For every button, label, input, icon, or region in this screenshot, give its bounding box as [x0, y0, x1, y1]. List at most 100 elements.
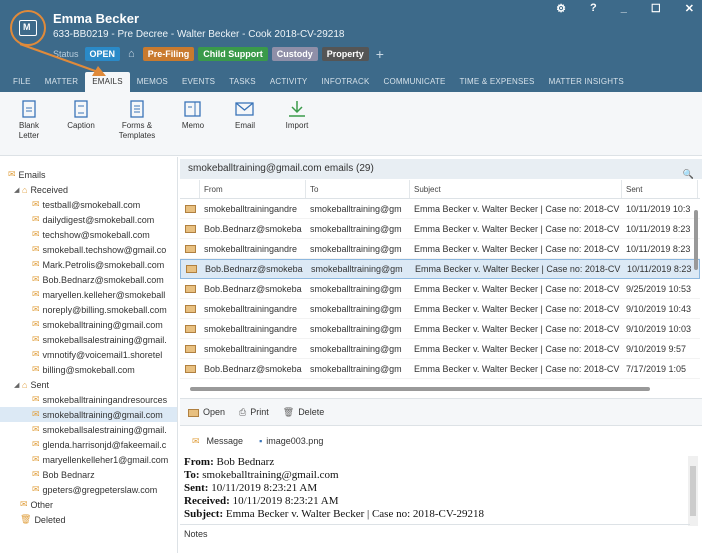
client-name: Emma Becker [53, 11, 139, 26]
tag-pre-filing[interactable]: Pre-Filing [142, 47, 195, 61]
email-sent: 9/10/2019 10:03 [626, 323, 692, 334]
tree-item[interactable]: ✉ testball@smokeball.com [0, 197, 177, 212]
email-row[interactable]: smokeballtrainingandre smokeballtraining@… [180, 199, 700, 219]
preview-scrollbar[interactable] [688, 456, 698, 526]
memo-button[interactable]: Memo [174, 100, 212, 155]
status-badge[interactable]: OPEN [84, 47, 121, 61]
tree-root-emails[interactable]: ✉ Emails [0, 167, 177, 182]
email-row[interactable]: Bob.Bednarz@smokeba smokeballtraining@gm E… [180, 359, 700, 379]
tab-time-expenses[interactable]: TIME & EXPENSES [453, 72, 542, 92]
message-attachment[interactable]: ✉ Message [192, 436, 243, 447]
collapse-icon[interactable]: ◢ [14, 186, 22, 194]
column-sent[interactable]: Sent [622, 180, 698, 198]
scrollbar-thumb[interactable] [694, 210, 698, 270]
email-row[interactable]: smokeballtrainingandre smokeballtraining@… [180, 339, 700, 359]
tree-item[interactable]: ✉ Mark.Petrolis@smokeball.com [0, 257, 177, 272]
email-from: smokeballtrainingandre [204, 343, 298, 354]
tab-infotrack[interactable]: INFOTRACK [314, 72, 376, 92]
tree-folder-sent[interactable]: ◢ ⌂ Sent [0, 377, 177, 392]
tree-item-selected[interactable]: ✉ smokeballtraining@gmail.com [0, 407, 177, 422]
tag-child-support[interactable]: Child Support [198, 47, 268, 61]
tab-matter[interactable]: MATTER [38, 72, 86, 92]
tree-item[interactable]: ✉ smokeball.techshow@gmail.co [0, 242, 177, 257]
printer-icon: ⎙ [239, 406, 247, 417]
grid-header: From To Subject Sent [180, 180, 700, 199]
tag-icon[interactable]: ⌂ [128, 48, 135, 60]
caption-button[interactable]: Caption [62, 100, 100, 155]
column-from[interactable]: From [200, 180, 306, 198]
email-row[interactable]: smokeballtrainingandre smokeballtraining@… [180, 319, 700, 339]
email-from: Bob.Bednarz@smokeba [205, 264, 303, 274]
tab-activity[interactable]: ACTIVITY [263, 72, 315, 92]
tab-emails[interactable]: EMAILS [85, 72, 130, 92]
column-subject[interactable]: Subject [410, 180, 622, 198]
email-subject: Emma Becker v. Walter Becker | Case no: … [414, 203, 620, 214]
tree-folder-received[interactable]: ◢ ⌂ Received [0, 182, 177, 197]
tab-memos[interactable]: MEMOS [130, 72, 175, 92]
grid-vertical-scrollbar[interactable] [694, 200, 700, 370]
tree-item[interactable]: ✉ gpeters@gregpeterslaw.com [0, 482, 177, 497]
tree-item[interactable]: ✉ glenda.harrisonjd@fakeemail.c [0, 437, 177, 452]
tree-item[interactable]: ✉ maryellenkelleher1@gmail.com [0, 452, 177, 467]
envelope-icon: ✉ [32, 229, 40, 239]
close-icon[interactable]: ✕ [685, 2, 694, 15]
maximize-icon[interactable]: ☐ [651, 2, 661, 15]
tab-matter-insights[interactable]: MATTER INSIGHTS [542, 72, 631, 92]
tree-item[interactable]: ✉ smokeballtraining@gmail.com [0, 317, 177, 332]
tab-file[interactable]: FILE [6, 72, 38, 92]
tab-events[interactable]: EVENTS [175, 72, 222, 92]
tag-property[interactable]: Property [321, 47, 369, 61]
tree-folder-deleted[interactable]: 🗑 Deleted [0, 512, 177, 527]
tree-item[interactable]: ✉ smokeballsalestraining@gmail. [0, 422, 177, 437]
email-sent: 10/11/2019 8:23 [626, 223, 691, 234]
tree-item[interactable]: ✉ maryellen.kelleher@smokeball [0, 287, 177, 302]
open-button[interactable]: Open [188, 407, 225, 417]
envelope-icon: ✉ [192, 435, 200, 446]
tab-tasks[interactable]: TASKS [222, 72, 263, 92]
tree-item[interactable]: ✉ billing@smokeball.com [0, 362, 177, 377]
scrollbar-thumb[interactable] [690, 466, 696, 516]
print-button[interactable]: ⎙ Print [239, 407, 269, 418]
email-subject: Emma Becker v. Walter Becker | Case no: … [414, 363, 620, 374]
tree-item[interactable]: ✉ Bob Bednarz [0, 467, 177, 482]
import-button[interactable]: Import [278, 100, 316, 155]
envelope-icon: ✉ [32, 454, 40, 464]
tree-item[interactable]: ✉ smokeballtrainingandresources [0, 392, 177, 407]
tree-item[interactable]: ✉ smokeballsalestraining@gmail. [0, 332, 177, 347]
tree-folder-other[interactable]: ✉ Other [0, 497, 177, 512]
email-subject: Emma Becker v. Walter Becker | Case no: … [415, 264, 621, 274]
email-button[interactable]: Email [226, 100, 264, 155]
column-to[interactable]: To [306, 180, 410, 198]
email-row-selected[interactable]: Bob.Bednarz@smokeba smokeballtraining@gm E… [180, 259, 700, 279]
settings-icon[interactable]: ⚙ [556, 2, 566, 15]
collapse-icon[interactable]: ◢ [14, 381, 22, 389]
tree-item[interactable]: ✉ Bob.Bednarz@smokeball.com [0, 272, 177, 287]
image-attachment[interactable]: ▪ image003.png [259, 436, 323, 446]
forms-templates-button[interactable]: Forms & Templates [114, 100, 160, 155]
email-row[interactable]: Bob.Bednarz@smokeba smokeballtraining@gm E… [180, 219, 700, 239]
email-row[interactable]: smokeballtrainingandre smokeballtraining@… [180, 299, 700, 319]
minimize-icon[interactable]: _ [621, 2, 627, 15]
email-to: smokeballtraining@gm [310, 363, 402, 374]
email-row[interactable]: Bob.Bednarz@smokeba smokeballtraining@gm E… [180, 279, 700, 299]
tree-item[interactable]: ✉ techshow@smokeball.com [0, 227, 177, 242]
help-icon[interactable]: ? [590, 2, 597, 15]
envelope-icon: ✉ [32, 364, 40, 374]
tab-communicate[interactable]: COMMUNICATE [376, 72, 452, 92]
notes-label[interactable]: Notes [184, 529, 208, 539]
delete-button[interactable]: 🗑 Delete [283, 407, 324, 418]
tree-item[interactable]: ✉ dailydigest@smokeball.com [0, 212, 177, 227]
blank-letter-button[interactable]: Blank Letter [10, 100, 48, 155]
email-row[interactable]: smokeballtrainingandre smokeballtraining@… [180, 239, 700, 259]
email-subject: Emma Becker v. Walter Becker | Case no: … [414, 343, 620, 354]
tree-item[interactable]: ✉ vmnotify@voicemail1.shoretel [0, 347, 177, 362]
scrollbar-thumb[interactable] [190, 387, 650, 391]
email-from: smokeballtrainingandre [204, 243, 298, 254]
tag-custody[interactable]: Custody [271, 47, 318, 61]
subject-value: Emma Becker v. Walter Becker | Case no: … [225, 508, 484, 520]
grid-horizontal-scrollbar[interactable] [180, 385, 690, 393]
add-tag-icon[interactable]: + [376, 46, 384, 62]
tree-item[interactable]: ✉ noreply@billing.smokeball.com [0, 302, 177, 317]
email-subject: Emma Becker v. Walter Becker | Case no: … [414, 283, 620, 294]
email-to: smokeballtraining@gm [310, 203, 402, 214]
